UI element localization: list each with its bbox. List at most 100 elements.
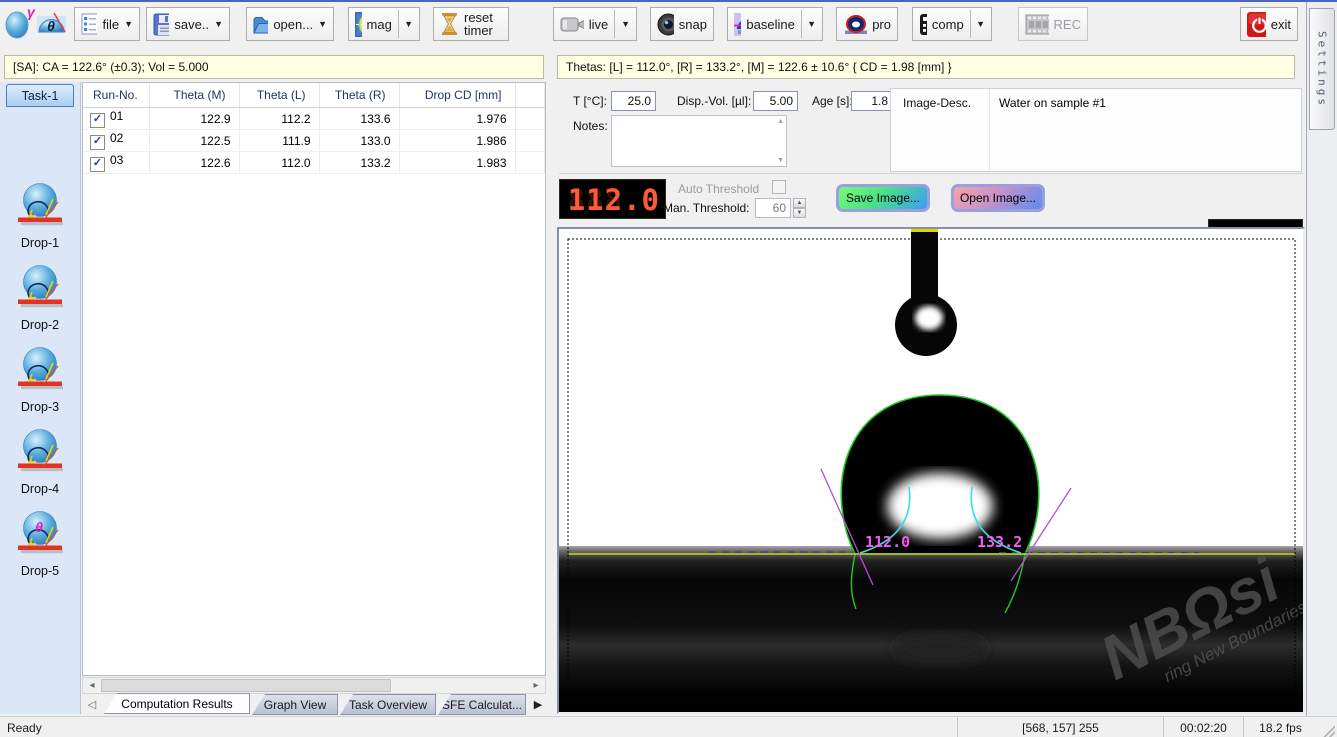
row-2-cd: 1.986	[399, 130, 515, 152]
tab-graph-view[interactable]: Graph View	[252, 694, 338, 715]
scroll-right-arrow[interactable]: ▸	[528, 678, 544, 693]
dispense-volume-field[interactable]: 5.00	[753, 91, 798, 111]
sidebar-item-drop-4[interactable]: Drop-4	[0, 428, 81, 504]
manual-threshold-label: Man. Threshold:	[663, 201, 750, 215]
table-row[interactable]: ✓03 122.6 112.0 133.2 1.983	[83, 152, 545, 174]
pro-drop-icon	[843, 13, 867, 35]
reset-timer-button[interactable]: reset timer	[433, 7, 509, 41]
comp-button-label: comp	[932, 17, 964, 32]
age-field[interactable]: 1.8	[851, 91, 893, 111]
threshold-spin-down[interactable]: ▼	[793, 208, 806, 218]
open-button[interactable]: open... ▼	[246, 7, 334, 41]
save-icon	[153, 13, 169, 36]
tab-sfe-calculator[interactable]: SFE Calculat...	[438, 694, 526, 715]
sidebar-item-drop-2[interactable]: Drop-2	[0, 264, 81, 340]
tab-nav-left[interactable]: ◁	[84, 695, 100, 713]
app-window: γ θ file ▼ save.. ▼ open... ▼ mag ▼ rese…	[0, 0, 1337, 737]
col-run-no[interactable]: Run-No.	[83, 83, 149, 108]
resize-grip[interactable]	[1322, 724, 1335, 737]
tab-label: Task Overview	[349, 698, 427, 712]
col-theta-r[interactable]: Theta (R)	[319, 83, 399, 108]
task-tab-label: Task-1	[22, 89, 59, 103]
baseline-dropdown-arrow[interactable]: ▼	[807, 19, 816, 29]
rec-button[interactable]: REC	[1018, 7, 1088, 41]
table-row[interactable]: ✓02 122.5 111.9 133.0 1.986	[83, 130, 545, 152]
tab-nav-right[interactable]: ▶	[530, 695, 546, 713]
baseline-button[interactable]: baseline ▼	[727, 7, 823, 41]
drop-5-label: Drop-5	[0, 564, 80, 578]
baseline-button-label: baseline	[746, 17, 794, 32]
save-dropdown-arrow[interactable]: ▼	[214, 19, 223, 29]
tab-label: Computation Results	[121, 697, 232, 711]
dispense-volume-label: Disp.-Vol. [µl]:	[677, 94, 751, 108]
live-dropdown-arrow[interactable]: ▼	[621, 19, 630, 29]
scrollbar-thumb[interactable]	[101, 679, 391, 692]
row-3-theta-m: 122.6	[149, 152, 239, 174]
table-hscrollbar[interactable]: ◂ ▸	[82, 677, 546, 694]
camera-view[interactable]: 112.0 133.2 NBΩsi ring New Boundaries	[557, 227, 1305, 714]
mag-dropdown-arrow[interactable]: ▼	[404, 19, 413, 29]
col-theta-l[interactable]: Theta (L)	[239, 83, 319, 108]
col-theta-m[interactable]: Theta (M)	[149, 83, 239, 108]
left-angle-display: 888.8 112.0	[559, 179, 666, 219]
row-3-checkbox[interactable]: ✓	[90, 157, 105, 172]
status-timer: 00:02:20	[1163, 717, 1243, 737]
drop-2-label: Drop-2	[0, 318, 80, 332]
save-image-button[interactable]: Save Image...	[836, 184, 930, 212]
row-2-checkbox[interactable]: ✓	[90, 135, 105, 150]
row-1-checkbox[interactable]: ✓	[90, 113, 105, 128]
auto-threshold-label: Auto Threshold	[678, 182, 759, 196]
save-button-label: save..	[174, 17, 209, 32]
task-sidebar: Task-1 Drop-1 Drop-2 Drop-3 Drop-4 θ Dro…	[0, 82, 81, 714]
notes-textarea[interactable]: ▲ ▼	[611, 115, 787, 167]
tab-task-overview[interactable]: Task Overview	[340, 694, 436, 715]
baseline-drop-icon	[734, 13, 741, 36]
sidebar-item-drop-1[interactable]: Drop-1	[0, 182, 81, 258]
status-ready: Ready	[7, 721, 42, 735]
image-desc-label: Image-Desc.	[903, 96, 971, 110]
manual-threshold-field[interactable]: 60	[755, 198, 791, 218]
scroll-left-arrow[interactable]: ◂	[84, 678, 100, 693]
tab-settings[interactable]: Settings	[1309, 8, 1335, 130]
sidebar-item-drop-5[interactable]: θ Drop-5	[0, 510, 81, 586]
file-button-label: file	[102, 17, 119, 32]
mag-button[interactable]: mag ▼	[348, 7, 420, 41]
notes-scroll-up[interactable]: ▲	[777, 118, 784, 125]
save-button[interactable]: save.. ▼	[146, 7, 230, 41]
result-bar-left-text: [SA]: CA = 122.6° (±0.3); Vol = 5.000	[13, 60, 209, 74]
row-2-theta-l: 111.9	[239, 130, 319, 152]
svg-text:θ: θ	[47, 18, 55, 34]
file-button[interactable]: file ▼	[74, 7, 140, 41]
left-angle-value: 112.0	[865, 533, 910, 551]
auto-threshold-checkbox[interactable]	[772, 180, 786, 194]
row-1-theta-r: 133.6	[319, 108, 399, 130]
result-bar-right: Thetas: [L] = 112.0°, [R] = 133.2°, [M] …	[557, 55, 1295, 79]
tab-label: SFE Calculat...	[442, 698, 522, 712]
pro-button[interactable]: pro	[836, 7, 898, 41]
age-label: Age [s]:	[812, 94, 853, 108]
col-drop-cd[interactable]: Drop CD [mm]	[399, 83, 515, 108]
comp-dropdown-arrow[interactable]: ▼	[976, 19, 985, 29]
open-image-button[interactable]: Open Image...	[951, 184, 1045, 212]
tab-task-1[interactable]: Task-1	[6, 84, 74, 107]
video-camera-icon	[560, 15, 584, 34]
row-3-theta-r: 133.2	[319, 152, 399, 174]
notes-scroll-down[interactable]: ▼	[777, 157, 784, 164]
exit-button[interactable]: exit	[1240, 7, 1298, 41]
drop-5-icon: θ	[17, 510, 63, 558]
tab-computation-results[interactable]: Computation Results	[104, 693, 250, 714]
open-dropdown-arrow[interactable]: ▼	[318, 19, 327, 29]
snap-button[interactable]: snap	[650, 7, 714, 41]
threshold-spin-up[interactable]: ▲	[793, 198, 806, 208]
sidebar-item-drop-3[interactable]: Drop-3	[0, 346, 81, 422]
settings-strip: Settings	[1306, 2, 1337, 716]
temperature-label: T [°C]:	[573, 94, 607, 108]
live-button[interactable]: live ▼	[553, 7, 637, 41]
hourglass-icon	[440, 12, 459, 36]
image-desc-value[interactable]: Water on sample #1	[999, 96, 1106, 110]
comp-button[interactable]: comp ▼	[912, 7, 992, 41]
tab-label: Graph View	[264, 698, 326, 712]
table-row[interactable]: ✓01 122.9 112.2 133.6 1.976	[83, 108, 545, 130]
file-dropdown-arrow[interactable]: ▼	[124, 19, 133, 29]
temperature-field[interactable]: 25.0	[611, 91, 656, 111]
